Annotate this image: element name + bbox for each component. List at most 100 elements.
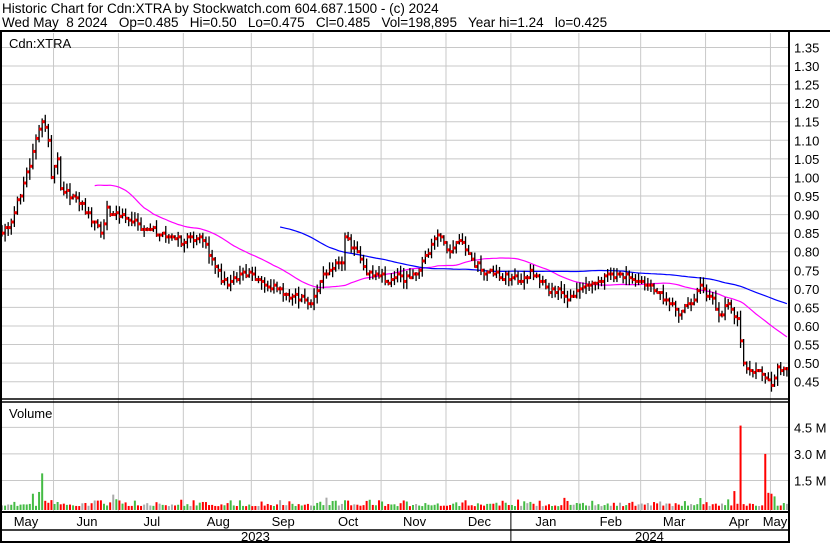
- volume-bar: [643, 504, 646, 510]
- volume-bar: [310, 505, 313, 510]
- volume-bar: [359, 505, 362, 510]
- volume-bar: [350, 505, 353, 510]
- volume-bar: [597, 504, 600, 510]
- volume-bar: [547, 504, 550, 510]
- volume-bar: [269, 505, 272, 510]
- volume-bar: [186, 504, 189, 510]
- volume-bar: [136, 505, 139, 510]
- volume-bar: [461, 502, 464, 510]
- volume-bar: [439, 505, 442, 510]
- volume-bar: [282, 505, 285, 510]
- volume-bar: [130, 505, 133, 510]
- volume-bar: [653, 502, 656, 510]
- volume-bar: [677, 504, 680, 510]
- volume-bar: [748, 503, 751, 510]
- volume-bar: [325, 497, 328, 510]
- volume-bar: [634, 505, 637, 510]
- volume-bar: [578, 503, 581, 510]
- volume-bar: [399, 503, 402, 510]
- volume-bar: [143, 504, 146, 510]
- volume-bar: [585, 505, 588, 510]
- volume-bar: [257, 506, 260, 510]
- price-tick-label: 0.90: [794, 208, 819, 223]
- month-label: Nov: [403, 514, 427, 529]
- volume-bar: [433, 504, 436, 510]
- volume-bar: [242, 505, 245, 510]
- volume-bar: [263, 505, 266, 510]
- volume-bar: [486, 503, 489, 510]
- volume-bar: [532, 503, 535, 510]
- price-tick-label: 0.85: [794, 226, 819, 241]
- volume-bar: [59, 504, 62, 510]
- volume-bar: [115, 499, 118, 510]
- volume-bar: [622, 506, 625, 510]
- volume-bar: [393, 504, 396, 510]
- volume-bar: [208, 505, 211, 510]
- volume-bar: [170, 504, 173, 510]
- year-label: 2023: [241, 529, 270, 543]
- volume-bar: [65, 504, 68, 510]
- volume-bar: [625, 505, 628, 510]
- volume-bar: [724, 505, 727, 510]
- volume-bar: [483, 505, 486, 510]
- volume-bar: [183, 505, 186, 510]
- volume-bar: [631, 501, 634, 510]
- volume-bar: [581, 502, 584, 510]
- volume-bar: [551, 505, 554, 510]
- volume-bar: [436, 503, 439, 510]
- volume-bar: [288, 501, 291, 510]
- volume-bar: [72, 505, 75, 510]
- volume-bar: [276, 504, 279, 510]
- volume-bar: [62, 503, 65, 510]
- volume-bar: [764, 453, 767, 510]
- stock-chart: 1.35 1.30 1.25 1.20 1.15 1.10 1.05 1.00 0.95 0.90…: [0, 30, 830, 543]
- volume-bar: [109, 502, 112, 510]
- volume-bar: [4, 505, 7, 510]
- volume-bar: [402, 500, 405, 510]
- volume-bar: [761, 505, 764, 510]
- volume-bar: [721, 503, 724, 510]
- volume-bar: [687, 505, 690, 510]
- volume-bar: [378, 500, 381, 510]
- volume-bar: [473, 506, 476, 510]
- price-panel-label: Cdn:XTRA: [9, 36, 71, 51]
- volume-bar: [248, 504, 251, 510]
- volume-bar: [510, 504, 513, 510]
- volume-bar: [615, 505, 618, 510]
- volume-bar: [659, 501, 662, 510]
- volume-bar: [646, 503, 649, 510]
- volume-bar: [41, 473, 44, 510]
- volume-bar: [300, 505, 303, 510]
- volume-bar: [174, 505, 177, 510]
- volume-bar: [93, 500, 96, 510]
- volume-bar: [347, 500, 350, 510]
- price-tick-label: 1.00: [794, 170, 819, 185]
- volume-bar: [785, 503, 788, 510]
- volume-bar: [306, 503, 309, 510]
- volume-bar: [501, 500, 504, 510]
- volume-bar: [25, 504, 28, 510]
- volume-bar: [523, 501, 526, 510]
- volume-bar: [683, 501, 686, 510]
- volume-bar: [554, 505, 557, 510]
- volume-bar: [705, 502, 708, 510]
- volume-bar: [353, 504, 356, 510]
- volume-bar: [674, 503, 677, 510]
- volume-bar: [47, 502, 50, 510]
- volume-bar: [782, 503, 785, 510]
- volume-bar: [285, 505, 288, 510]
- volume-bar: [102, 503, 105, 510]
- volume-bar: [575, 502, 578, 510]
- volume-bar: [390, 504, 393, 510]
- volume-bar: [245, 506, 248, 510]
- volume-bar: [316, 502, 319, 510]
- volume-bar: [28, 503, 31, 510]
- volume-bar: [195, 505, 198, 510]
- volume-bar: [124, 502, 127, 510]
- volume-bar: [427, 504, 430, 510]
- volume-bar: [606, 503, 609, 510]
- price-tick-label: 1.35: [794, 40, 819, 55]
- volume-bar: [44, 500, 47, 510]
- volume-bar: [544, 505, 547, 510]
- volume-bar: [223, 505, 226, 510]
